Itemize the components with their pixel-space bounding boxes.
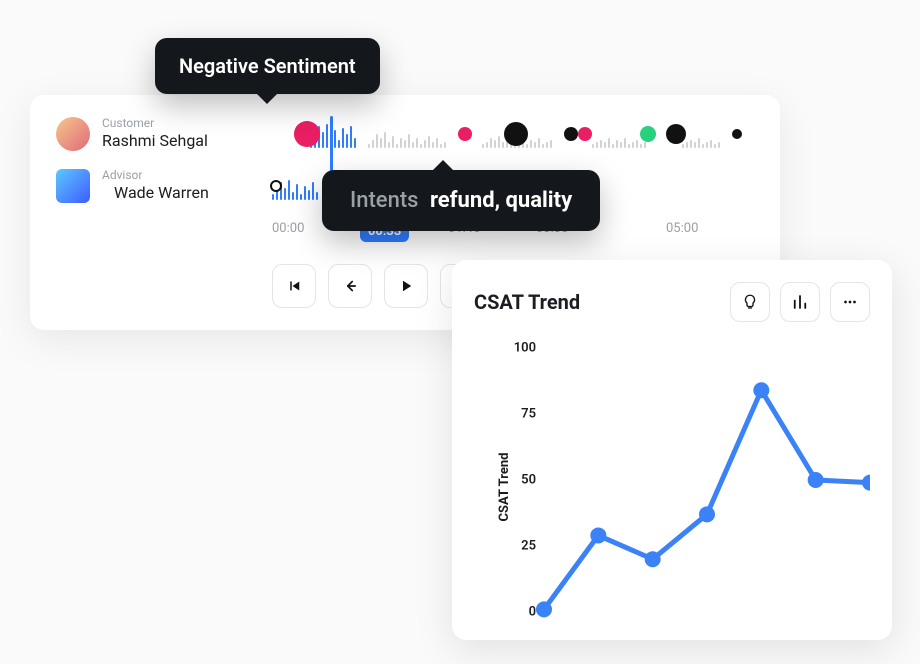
customer-text: Customer Rashmi Sehgal: [102, 117, 272, 150]
customer-waveform[interactable]: [272, 120, 754, 148]
chart-type-button[interactable]: [780, 282, 820, 322]
sentiment-tooltip: Negative Sentiment: [155, 38, 380, 94]
chart-point[interactable]: [862, 475, 870, 491]
chart-point[interactable]: [536, 601, 552, 617]
customer-row: Customer Rashmi Sehgal: [56, 117, 754, 151]
chart-point[interactable]: [808, 472, 824, 488]
customer-name: Rashmi Sehgal: [102, 131, 272, 150]
advisor-text: Advisor Wade Warren: [102, 169, 272, 202]
advisor-marker: [270, 180, 282, 192]
intents-value: refund, quality: [430, 188, 572, 213]
chart-point[interactable]: [645, 551, 661, 567]
bar-chart-icon: [791, 293, 809, 311]
more-horizontal-icon: [841, 293, 859, 311]
lightbulb-icon: [741, 293, 759, 311]
chart-title: CSAT Trend: [474, 290, 580, 314]
sentiment-marker[interactable]: [732, 129, 742, 139]
tooltip-arrow-up-icon: [433, 160, 453, 170]
sentiment-marker[interactable]: [564, 127, 578, 141]
play-button[interactable]: [384, 264, 428, 308]
chart-point[interactable]: [590, 527, 606, 543]
csat-line-svg: [474, 342, 870, 632]
skip-start-icon: [285, 277, 303, 295]
sentiment-marker[interactable]: [458, 127, 472, 141]
customer-role-label: Customer: [102, 117, 272, 129]
customer-avatar: [56, 117, 90, 151]
sentiment-marker[interactable]: [666, 124, 686, 144]
sentiment-marker[interactable]: [640, 126, 656, 142]
skip-start-button[interactable]: [272, 264, 316, 308]
advisor-avatar: [56, 169, 90, 203]
prev-button[interactable]: [328, 264, 372, 308]
chart-point[interactable]: [699, 506, 715, 522]
time-tick: 05:00: [666, 221, 754, 242]
advisor-name: Wade Warren: [102, 183, 272, 202]
play-icon: [397, 277, 415, 295]
sentiment-marker[interactable]: [294, 121, 320, 147]
chart-header: CSAT Trend: [474, 282, 870, 322]
sentiment-tooltip-text: Negative Sentiment: [179, 54, 356, 78]
insight-button[interactable]: [730, 282, 770, 322]
chart-point[interactable]: [753, 382, 769, 398]
sentiment-marker[interactable]: [504, 122, 528, 146]
arrow-left-icon: [341, 277, 359, 295]
chart-actions: [730, 282, 870, 322]
csat-plot: CSAT Trend 0255075100: [474, 342, 870, 632]
sentiment-marker[interactable]: [578, 127, 592, 141]
intents-tooltip: Intents refund, quality: [322, 170, 600, 231]
csat-chart-card: CSAT Trend CSAT Trend 0255075100: [452, 260, 892, 640]
tooltip-arrow-down-icon: [257, 94, 277, 104]
more-button[interactable]: [830, 282, 870, 322]
intents-label: Intents: [350, 188, 418, 213]
advisor-role-label: Advisor: [102, 169, 272, 181]
